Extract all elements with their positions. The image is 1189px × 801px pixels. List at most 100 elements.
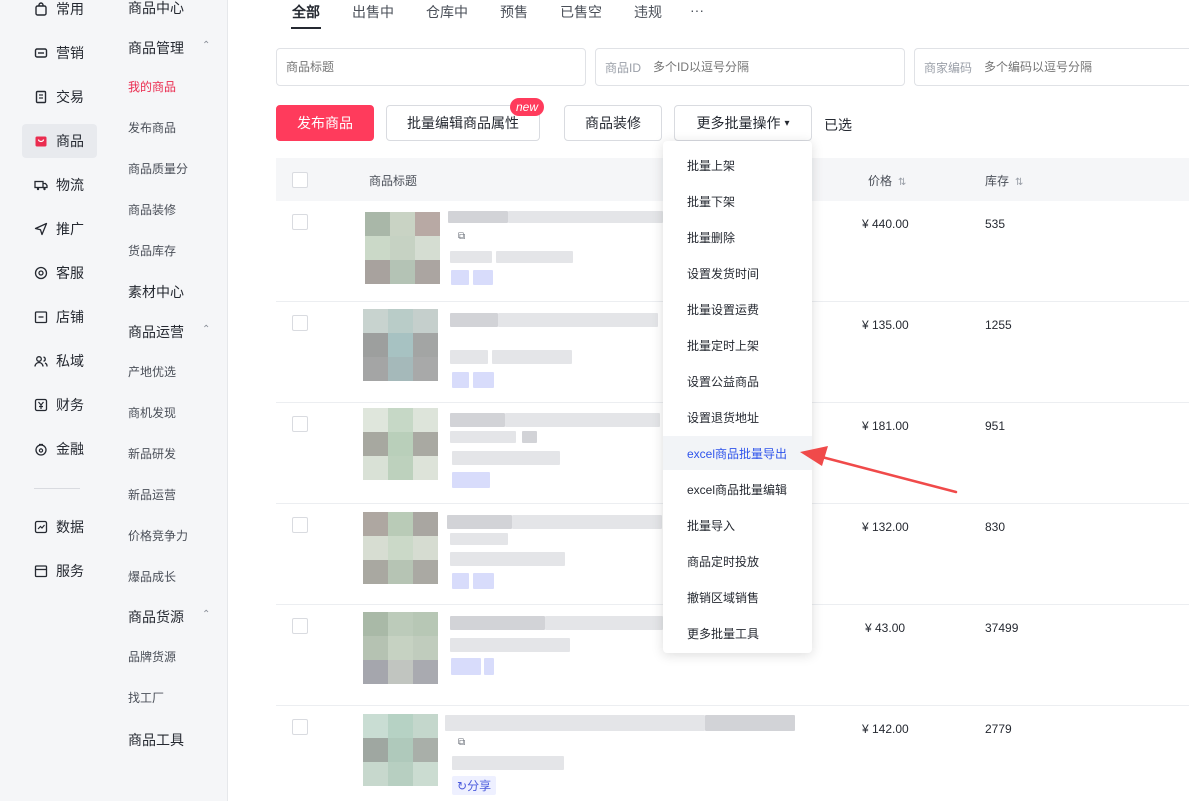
subnav-label: 找工厂 [128,691,165,705]
share-label: 分享 [467,779,492,793]
publish-goods-button[interactable]: 发布商品 [276,105,374,141]
product-thumbnail[interactable] [363,408,438,480]
menu-item-batch-import[interactable]: 批量导入 [663,508,812,542]
tab-on-sale[interactable]: 出售中 [352,2,394,22]
subnav-item-quality-score[interactable]: 商品质量分 [128,160,188,177]
subnav-item-new-product-ops[interactable]: 新品运营 [128,486,176,503]
rail-item-goods[interactable]: 商品 [22,124,97,158]
subnav-item-my-goods[interactable]: 我的商品 [128,78,176,95]
chevron-down-icon: ▾ [784,117,790,129]
rail-item-store[interactable]: 店铺 [22,300,97,334]
subnav-item-opportunity[interactable]: 商机发现 [128,404,176,421]
row-checkbox[interactable] [292,618,308,634]
blurred-subtitle [522,431,537,443]
rail-item-marketing[interactable]: 营销 [22,36,97,70]
id-search-input[interactable] [653,60,854,74]
rail-item-data[interactable]: 数据 [22,510,97,544]
blurred-title [447,515,512,529]
blurred-tag [484,658,494,675]
column-header-price[interactable]: 价格 ⇅ [868,172,906,189]
more-batch-operations-menu: 批量上架 批量下架 批量删除 设置发货时间 批量设置运费 批量定时上架 设置公益… [663,141,812,653]
primary-nav-rail: 常用 营销 交易 商品 物流 推广 客服 店铺 私域 财务 金融 数据 服务 [0,0,110,801]
subnav-item-new-product-rd[interactable]: 新品研发 [128,445,176,462]
product-thumbnail[interactable] [363,714,438,786]
rail-item-promotion[interactable]: 推广 [22,212,97,246]
rail-item-financial-service[interactable]: 金融 [22,432,97,466]
menu-item-batch-delete[interactable]: 批量删除 [663,220,812,254]
select-all-checkbox[interactable] [292,172,308,188]
subnav-item-inventory[interactable]: 货品库存 [128,242,176,259]
subnav-label: 货品库存 [128,244,177,258]
menu-item-set-charity-goods[interactable]: 设置公益商品 [663,364,812,398]
subnav-group-goods-management[interactable]: 商品管理 ⌃ [128,38,210,58]
menu-item-batch-delist[interactable]: 批量下架 [663,184,812,218]
rail-item-common[interactable]: 常用 [22,0,97,26]
column-header-title: 商品标题 [369,174,418,188]
copy-icon[interactable]: ⧉ [458,231,465,242]
subnav-item-hot-growth[interactable]: 爆品成长 [128,568,176,585]
product-thumbnail[interactable] [363,612,438,684]
menu-item-set-return-address[interactable]: 设置退货地址 [663,400,812,434]
subnav-item-origin-select[interactable]: 产地优选 [128,363,176,380]
rail-item-trade[interactable]: 交易 [22,80,97,114]
row-checkbox[interactable] [292,416,308,432]
row-checkbox[interactable] [292,214,308,230]
rail-item-services[interactable]: 服务 [22,554,97,588]
tab-presale[interactable]: 预售 [500,2,528,22]
share-icon: ↻ [457,779,468,793]
share-button[interactable]: ↻分享 [452,776,497,795]
menu-item-more-batch-tools[interactable]: 更多批量工具 [663,616,812,650]
rail-item-logistics[interactable]: 物流 [22,168,97,202]
document-icon [34,90,48,104]
subnav-label: 商品运营 [128,324,184,340]
subnav-group-goods-operation[interactable]: 商品运营 ⌃ [128,322,210,342]
menu-item-set-shipping-time[interactable]: 设置发货时间 [663,256,812,290]
menu-item-batch-scheduled-list[interactable]: 批量定时上架 [663,328,812,362]
subnav-label: 商品管理 [128,40,184,56]
row-checkbox[interactable] [292,315,308,331]
tab-more[interactable]: ··· [690,2,704,18]
menu-item-batch-set-freight[interactable]: 批量设置运费 [663,292,812,326]
tab-violation[interactable]: 违规 [634,2,662,22]
goods-decoration-button[interactable]: 商品装修 [564,105,662,141]
rail-label: 商品 [56,133,84,149]
subnav-item-goods-decoration[interactable]: 商品装修 [128,201,176,218]
copy-icon[interactable]: ⧉ [458,737,465,748]
product-thumbnail[interactable] [363,309,438,381]
row-checkbox[interactable] [292,517,308,533]
product-thumbnail[interactable] [363,512,438,584]
menu-item-revoke-regional-sale[interactable]: 撤销区域销售 [663,580,812,614]
row-stock: 2779 [985,722,1012,736]
menu-item-scheduled-delivery[interactable]: 商品定时投放 [663,544,812,578]
blurred-tag [452,472,490,488]
more-batch-operations-button[interactable]: 更多批量操作 ▾ [674,105,812,141]
annotation-arrow [800,446,958,494]
yuan-icon [34,398,48,412]
row-checkbox[interactable] [292,719,308,735]
subnav-group-goods-tools[interactable]: 商品工具 [128,730,184,750]
rail-item-customer-service[interactable]: 客服 [22,256,97,290]
subnav-group-goods-source[interactable]: 商品货源 ⌃ [128,607,210,627]
code-search-input[interactable] [984,60,1185,74]
code-filter: 商家编码 [914,48,1189,86]
tab-all[interactable]: 全部 [292,2,320,22]
rail-item-private-domain[interactable]: 私域 [22,344,97,378]
subnav-group-material-center[interactable]: 素材中心 [128,282,184,302]
column-header-stock[interactable]: 库存 ⇅ [985,172,1023,189]
blurred-tag [452,372,469,388]
subnav-item-publish-goods[interactable]: 发布商品 [128,119,176,136]
title-search-input[interactable] [286,60,486,74]
rail-label: 数据 [56,519,84,535]
subnav-item-price-competitiveness[interactable]: 价格竞争力 [128,527,188,544]
subnav-group-goods-center[interactable]: 商品中心 [128,0,184,18]
menu-item-batch-list[interactable]: 批量上架 [663,148,812,182]
subnav-label: 新品研发 [128,447,177,461]
rail-item-finance[interactable]: 财务 [22,388,97,422]
product-thumbnail[interactable] [365,212,440,284]
tab-in-warehouse[interactable]: 仓库中 [426,2,468,22]
subnav-label: 品牌货源 [128,650,177,664]
subnav-item-brand-source[interactable]: 品牌货源 [128,648,176,665]
subnav-item-find-factory[interactable]: 找工厂 [128,689,164,706]
tab-sold-out[interactable]: 已售空 [560,2,602,22]
store-icon [34,310,48,324]
